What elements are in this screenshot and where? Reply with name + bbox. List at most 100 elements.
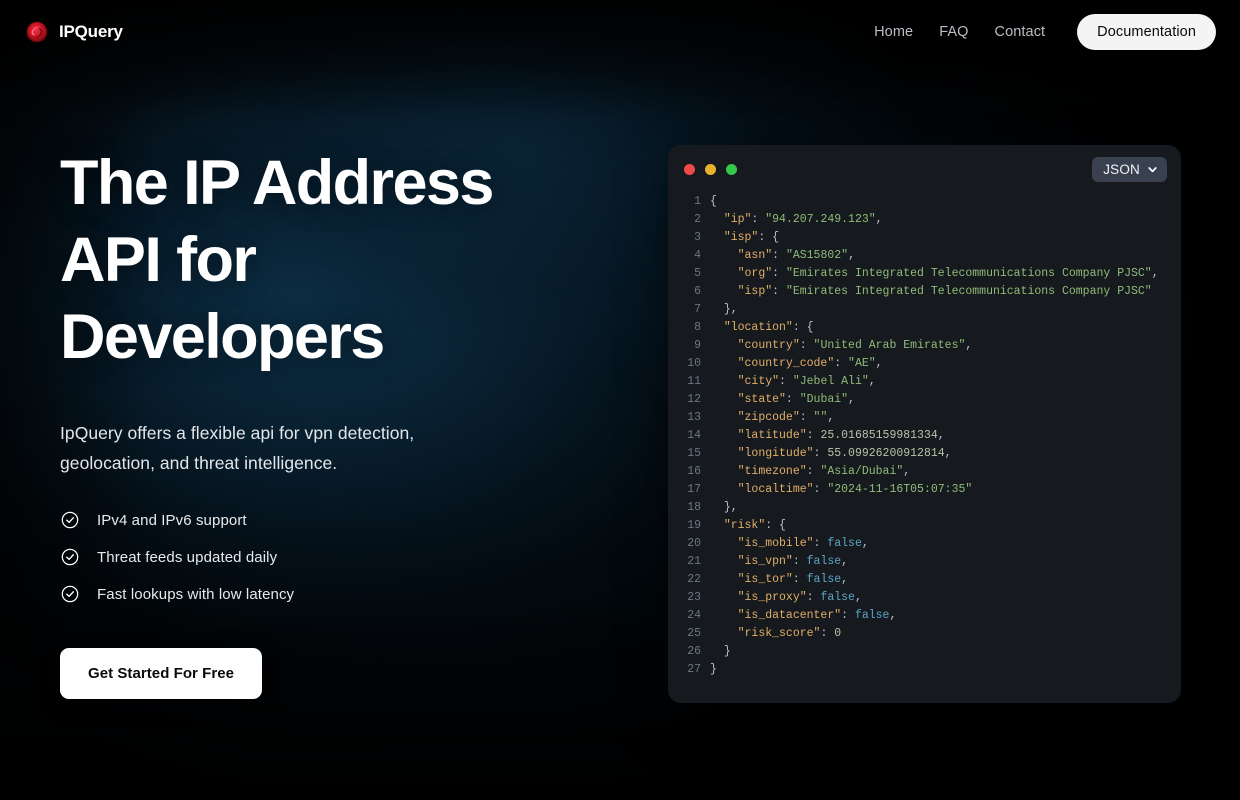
code-line-number: 23 (687, 591, 701, 604)
code-line-number: 2 (694, 213, 701, 226)
maximize-dot-icon[interactable] (726, 163, 737, 175)
code-line: 8 "location": { (668, 319, 1181, 337)
code-line-number: 15 (687, 447, 701, 460)
brand-logo-link[interactable]: IPQuery (26, 21, 123, 43)
code-line: 27} (668, 661, 1181, 679)
code-line: 4 "asn": "AS15802", (668, 247, 1181, 265)
code-line-number: 17 (687, 483, 701, 496)
code-line-number: 12 (687, 393, 701, 406)
code-line: 6 "isp": "Emirates Integrated Telecommun… (668, 283, 1181, 301)
nav-link-contact[interactable]: Contact (995, 24, 1046, 40)
hero-section: The IP Address API for Developers IpQuer… (60, 145, 580, 699)
code-line-text: "risk_score": 0 (737, 627, 842, 640)
get-started-button[interactable]: Get Started For Free (60, 648, 263, 699)
globe-swirl-logo-icon (26, 21, 48, 43)
code-line-text: "risk": { (723, 519, 786, 532)
window-controls (684, 163, 737, 175)
feature-list: IPv4 and IPv6 support Threat feeds updat… (60, 510, 580, 604)
code-line-number: 10 (687, 357, 701, 370)
code-line: 2 "ip": "94.207.249.123", (668, 211, 1181, 229)
code-line-number: 22 (687, 573, 701, 586)
check-circle-icon (60, 584, 80, 604)
documentation-button[interactable]: Documentation (1077, 14, 1216, 50)
code-line-text: "isp": { (723, 231, 780, 244)
code-line: 3 "isp": { (668, 229, 1181, 247)
code-line-number: 27 (687, 663, 701, 676)
code-line-number: 26 (687, 645, 701, 658)
code-line-text: "is_proxy": false, (737, 591, 862, 604)
code-line-text: "asn": "AS15802", (737, 249, 855, 262)
code-line-text: "latitude": 25.01685159981334, (737, 429, 945, 442)
format-select-value: JSON (1103, 161, 1140, 177)
code-line-text: "city": "Jebel Ali", (737, 375, 876, 388)
code-line-text: }, (723, 303, 738, 316)
code-line-text: "location": { (723, 321, 814, 334)
code-line-number: 19 (687, 519, 701, 532)
main-navigation: Home FAQ Contact Documentation (874, 14, 1216, 50)
code-line-number: 24 (687, 609, 701, 622)
code-line: 1{ (668, 193, 1181, 211)
code-line-number: 5 (694, 267, 701, 280)
code-panel-titlebar: JSON (668, 145, 1181, 193)
code-line-text: "state": "Dubai", (737, 393, 855, 406)
code-line-text: "localtime": "2024-11-16T05:07:35" (737, 483, 973, 496)
code-line: 9 "country": "United Arab Emirates", (668, 337, 1181, 355)
code-line-number: 11 (687, 375, 701, 388)
code-line: 18 }, (668, 499, 1181, 517)
code-line-number: 1 (694, 195, 701, 208)
feature-label: Threat feeds updated daily (97, 548, 278, 566)
code-line-text: "is_tor": false, (737, 573, 849, 586)
code-line-number: 13 (687, 411, 701, 424)
code-line-text: } (723, 645, 731, 658)
code-line: 13 "zipcode": "", (668, 409, 1181, 427)
code-line: 15 "longitude": 55.09926200912814, (668, 445, 1181, 463)
code-line-text: "org": "Emirates Integrated Telecommunic… (737, 267, 1159, 280)
code-line: 24 "is_datacenter": false, (668, 607, 1181, 625)
hero-subtitle: IpQuery offers a flexible api for vpn de… (60, 423, 415, 473)
code-line-text: "is_mobile": false, (737, 537, 869, 550)
code-line-text: { (710, 195, 717, 208)
close-dot-icon[interactable] (684, 163, 695, 175)
code-line-text: }, (723, 501, 738, 514)
code-line-number: 25 (687, 627, 701, 640)
code-line: 19 "risk": { (668, 517, 1181, 535)
code-line: 23 "is_proxy": false, (668, 589, 1181, 607)
list-item: Fast lookups with low latency (60, 584, 580, 604)
code-line: 20 "is_mobile": false, (668, 535, 1181, 553)
code-line-text: "ip": "94.207.249.123", (723, 213, 883, 226)
code-line: 26 } (668, 643, 1181, 661)
landing-page: IPQuery Home FAQ Contact Documentation T… (0, 0, 1240, 800)
nav-link-faq[interactable]: FAQ (939, 24, 968, 40)
feature-label: Fast lookups with low latency (97, 585, 295, 603)
page-title: The IP Address API for Developers (60, 148, 494, 372)
brand-name: IPQuery (59, 22, 123, 41)
code-line-number: 18 (687, 501, 701, 514)
code-line: 25 "risk_score": 0 (668, 625, 1181, 643)
code-line: 10 "country_code": "AE", (668, 355, 1181, 373)
feature-label: IPv4 and IPv6 support (97, 511, 247, 529)
code-line-number: 9 (694, 339, 701, 352)
check-circle-icon (60, 547, 80, 567)
code-line-text: "timezone": "Asia/Dubai", (737, 465, 911, 478)
code-line: 7 }, (668, 301, 1181, 319)
code-line-number: 7 (694, 303, 701, 316)
code-line-number: 21 (687, 555, 701, 568)
code-line: 22 "is_tor": false, (668, 571, 1181, 589)
code-line-text: "zipcode": "", (737, 411, 835, 424)
code-line-text: "country_code": "AE", (737, 357, 883, 370)
code-line-text: "longitude": 55.09926200912814, (737, 447, 952, 460)
code-line-text: "country": "United Arab Emirates", (737, 339, 973, 352)
code-line-number: 4 (694, 249, 701, 262)
code-line: 14 "latitude": 25.01685159981334, (668, 427, 1181, 445)
code-line-text: } (710, 663, 717, 676)
code-line-number: 14 (687, 429, 701, 442)
code-line-text: "is_datacenter": false, (737, 609, 897, 622)
code-line-number: 16 (687, 465, 701, 478)
minimize-dot-icon[interactable] (705, 163, 716, 175)
code-line-number: 3 (694, 231, 701, 244)
code-line: 21 "is_vpn": false, (668, 553, 1181, 571)
format-select[interactable]: JSON (1092, 156, 1167, 182)
code-line: 17 "localtime": "2024-11-16T05:07:35" (668, 481, 1181, 499)
code-line: 12 "state": "Dubai", (668, 391, 1181, 409)
nav-link-home[interactable]: Home (874, 24, 913, 40)
